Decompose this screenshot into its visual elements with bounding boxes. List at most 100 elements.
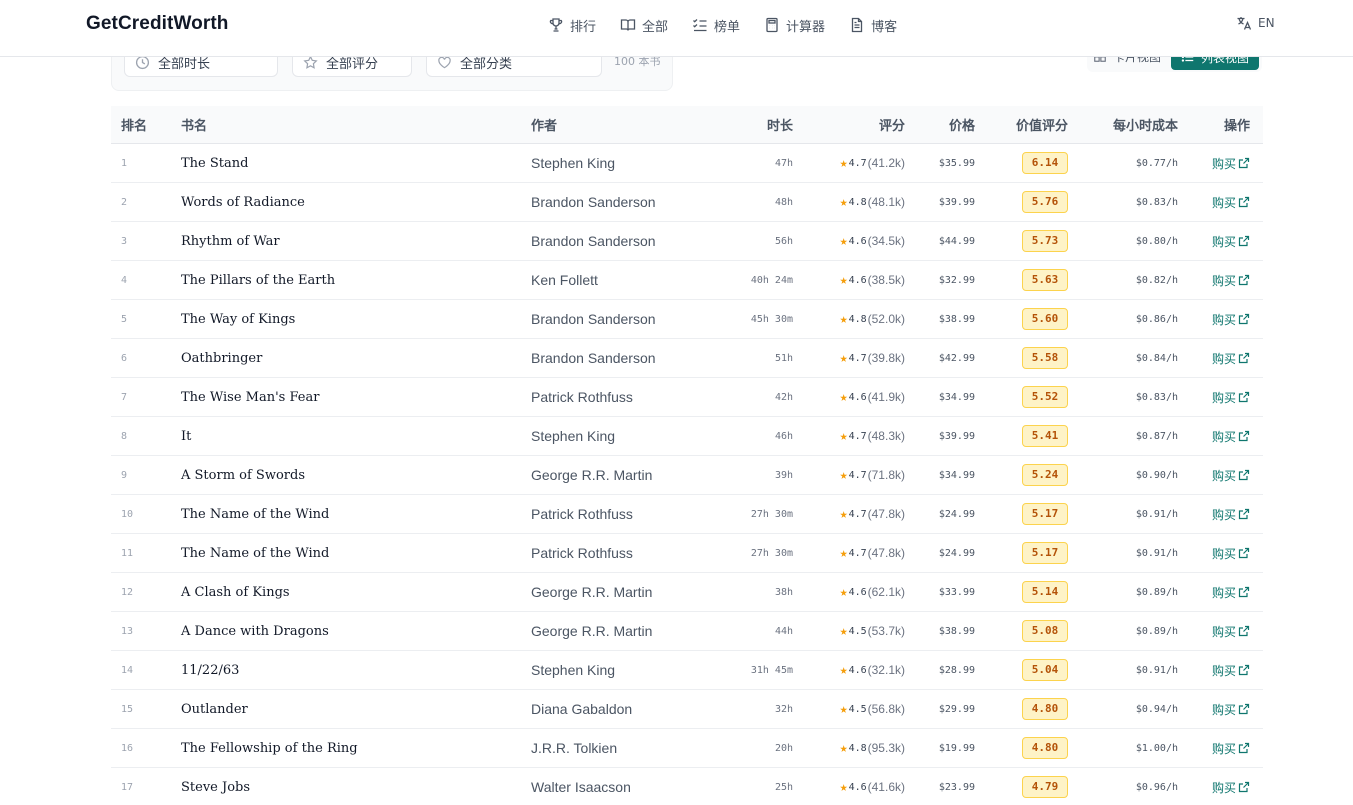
nav-all[interactable]: 全部 <box>620 15 668 35</box>
col-value[interactable]: 价值评分 <box>975 115 1068 134</box>
col-author[interactable]: 作者 <box>531 115 711 134</box>
buy-link[interactable]: 购买 <box>1178 779 1250 796</box>
rating-cell: ★ 4.7 (47.8k) <box>793 546 905 560</box>
book-author[interactable]: George R.R. Martin <box>531 467 711 483</box>
language-switch[interactable]: EN <box>1236 15 1275 31</box>
rank-cell: 14 <box>121 664 134 676</box>
nav-lists[interactable]: 榜单 <box>692 15 740 35</box>
book-author[interactable]: Stephen King <box>531 428 711 444</box>
value-score-badge: 5.17 <box>1022 503 1068 525</box>
col-price[interactable]: 价格 <box>905 115 975 134</box>
col-cost-per-hour[interactable]: 每小时成本 <box>1068 115 1178 134</box>
buy-link[interactable]: 购买 <box>1178 194 1250 211</box>
book-author[interactable]: Patrick Rothfuss <box>531 506 711 522</box>
book-title[interactable]: A Clash of Kings <box>171 585 531 600</box>
top-header: GetCreditWorth 排行 全部 榜单 计算器 博客 EN <box>0 0 1353 57</box>
rating-value: 4.7 <box>848 157 867 169</box>
nav-ranking[interactable]: 排行 <box>548 15 596 35</box>
review-count: (71.8k) <box>867 468 905 482</box>
external-link-icon <box>1238 625 1250 637</box>
rank-cell: 5 <box>121 313 128 325</box>
book-title[interactable]: The Pillars of the Earth <box>171 273 531 288</box>
buy-link[interactable]: 购买 <box>1178 506 1250 523</box>
book-author[interactable]: Brandon Sanderson <box>531 194 711 210</box>
book-author[interactable]: Patrick Rothfuss <box>531 389 711 405</box>
book-author[interactable]: Stephen King <box>531 155 711 171</box>
book-author[interactable]: Stephen King <box>531 662 711 678</box>
rating-value: 4.7 <box>848 508 867 520</box>
book-title[interactable]: Steve Jobs <box>171 780 531 795</box>
buy-link[interactable]: 购买 <box>1178 467 1250 484</box>
duration-cell: 44h <box>774 625 793 637</box>
buy-link[interactable]: 购买 <box>1178 272 1250 289</box>
buy-link[interactable]: 购买 <box>1178 428 1250 445</box>
buy-link[interactable]: 购买 <box>1178 311 1250 328</box>
rating-cell: ★ 4.7 (47.8k) <box>793 507 905 521</box>
duration-cell: 45h 30m <box>750 313 793 325</box>
book-title[interactable]: The Fellowship of the Ring <box>171 741 531 756</box>
book-author[interactable]: Ken Follett <box>531 272 711 288</box>
book-author[interactable]: Walter Isaacson <box>531 779 711 795</box>
rating-cell: ★ 4.8 (95.3k) <box>793 741 905 755</box>
cost-per-hour-cell: $0.90/h <box>1135 469 1178 481</box>
buy-link[interactable]: 购买 <box>1178 623 1250 640</box>
buy-link[interactable]: 购买 <box>1178 545 1250 562</box>
book-title[interactable]: Rhythm of War <box>171 234 531 249</box>
book-author[interactable]: George R.R. Martin <box>531 623 711 639</box>
book-author[interactable]: Brandon Sanderson <box>531 350 711 366</box>
star-icon: ★ <box>839 428 848 444</box>
price-cell: $23.99 <box>938 781 975 793</box>
book-author[interactable]: Brandon Sanderson <box>531 233 711 249</box>
nav-calculator[interactable]: 计算器 <box>764 15 825 35</box>
price-cell: $35.99 <box>938 157 975 169</box>
book-title[interactable]: Words of Radiance <box>171 195 531 210</box>
rating-cell: ★ 4.6 (41.6k) <box>793 780 905 794</box>
star-icon: ★ <box>839 662 848 678</box>
value-score-badge: 4.79 <box>1022 776 1068 798</box>
book-author[interactable]: Diana Gabaldon <box>531 701 711 717</box>
book-title[interactable]: The Name of the Wind <box>171 546 531 561</box>
buy-label: 购买 <box>1211 234 1236 249</box>
buy-link[interactable]: 购买 <box>1178 701 1250 718</box>
book-title[interactable]: Oathbringer <box>171 351 531 366</box>
book-title[interactable]: The Name of the Wind <box>171 507 531 522</box>
book-title[interactable]: The Wise Man's Fear <box>171 390 531 405</box>
value-cell: 5.63 <box>975 269 1068 291</box>
cost-per-hour-cell: $0.83/h <box>1135 391 1178 403</box>
review-count: (52.0k) <box>867 312 905 326</box>
price-cell: $24.99 <box>938 508 975 520</box>
buy-link[interactable]: 购买 <box>1178 740 1250 757</box>
rating-cell: ★ 4.6 (41.9k) <box>793 390 905 404</box>
buy-link[interactable]: 购买 <box>1178 389 1250 406</box>
external-link-icon <box>1238 313 1250 325</box>
buy-link[interactable]: 购买 <box>1178 584 1250 601</box>
buy-link[interactable]: 购买 <box>1178 662 1250 679</box>
brand-logo[interactable]: GetCreditWorth <box>86 13 229 35</box>
rating-value: 4.5 <box>848 625 867 637</box>
col-title[interactable]: 书名 <box>171 115 531 134</box>
buy-link[interactable]: 购买 <box>1178 350 1250 367</box>
buy-link[interactable]: 购买 <box>1178 233 1250 250</box>
book-title[interactable]: A Storm of Swords <box>171 468 531 483</box>
book-title[interactable]: The Way of Kings <box>171 312 531 327</box>
book-author[interactable]: Brandon Sanderson <box>531 311 711 327</box>
col-rank[interactable]: 排名 <box>111 115 171 134</box>
buy-label: 购买 <box>1211 741 1236 756</box>
book-author[interactable]: George R.R. Martin <box>531 584 711 600</box>
buy-link[interactable]: 购买 <box>1178 155 1250 172</box>
external-link-icon <box>1238 352 1250 364</box>
book-title[interactable]: 11/22/63 <box>171 663 531 678</box>
col-rating[interactable]: 评分 <box>793 115 905 134</box>
rating-value: 4.6 <box>848 664 867 676</box>
book-title[interactable]: It <box>171 429 531 444</box>
document-icon <box>851 17 863 33</box>
book-title[interactable]: The Stand <box>171 156 531 171</box>
book-author[interactable]: J.R.R. Tolkien <box>531 740 711 756</box>
book-author[interactable]: Patrick Rothfuss <box>531 545 711 561</box>
col-duration[interactable]: 时长 <box>711 115 793 134</box>
rating-cell: ★ 4.8 (48.1k) <box>793 195 905 209</box>
nav-blog[interactable]: 博客 <box>849 15 897 35</box>
star-icon: ★ <box>839 623 848 639</box>
book-title[interactable]: A Dance with Dragons <box>171 624 531 639</box>
book-title[interactable]: Outlander <box>171 702 531 717</box>
